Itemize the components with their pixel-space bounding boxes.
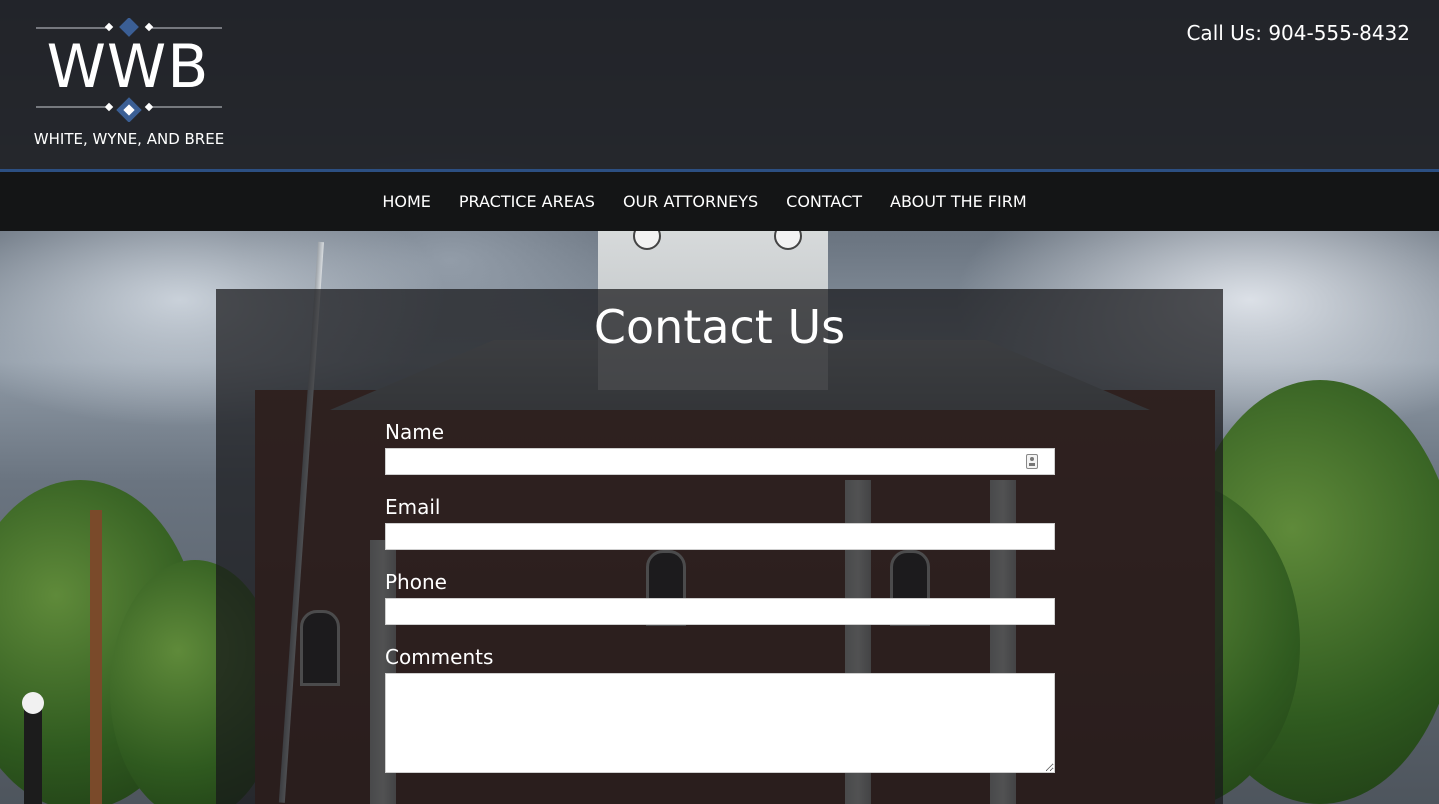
phone-field[interactable]: [385, 598, 1055, 625]
name-field[interactable]: [385, 448, 1055, 475]
email-label: Email: [385, 495, 441, 519]
firm-name: WHITE, WYNE, AND BREE: [33, 130, 225, 148]
utility-pole: [90, 510, 102, 804]
nav-item-our-attorneys[interactable]: OUR ATTORNEYS: [623, 192, 758, 212]
phone-number[interactable]: Call Us: 904-555-8432: [1186, 20, 1410, 46]
nav-item-about-the-firm[interactable]: ABOUT THE FIRM: [890, 192, 1027, 212]
phone-label: Phone: [385, 570, 447, 594]
site-header: WWB WHITE, WYNE, AND BREE Call Us: 904-5…: [0, 0, 1439, 172]
page-title: Contact Us: [593, 300, 846, 354]
main-nav: HOME PRACTICE AREAS OUR ATTORNEYS CONTAC…: [0, 172, 1439, 231]
name-label: Name: [385, 420, 445, 444]
logo-wordmark: WWB: [46, 32, 210, 102]
contact-card-icon[interactable]: [1026, 454, 1038, 469]
email-field[interactable]: [385, 523, 1055, 550]
logo[interactable]: WWB WHITE, WYNE, AND BREE: [24, 18, 234, 150]
street-lamp: [22, 692, 44, 804]
comments-label: Comments: [385, 645, 494, 669]
nav-item-practice-areas[interactable]: PRACTICE AREAS: [459, 192, 595, 212]
contact-panel: Contact Us Name Email Phone Comments: [216, 289, 1223, 804]
nav-item-contact[interactable]: CONTACT: [786, 192, 862, 212]
nav-item-home[interactable]: HOME: [382, 192, 431, 212]
comments-field[interactable]: [385, 673, 1055, 773]
nav-list: HOME PRACTICE AREAS OUR ATTORNEYS CONTAC…: [0, 172, 1439, 231]
